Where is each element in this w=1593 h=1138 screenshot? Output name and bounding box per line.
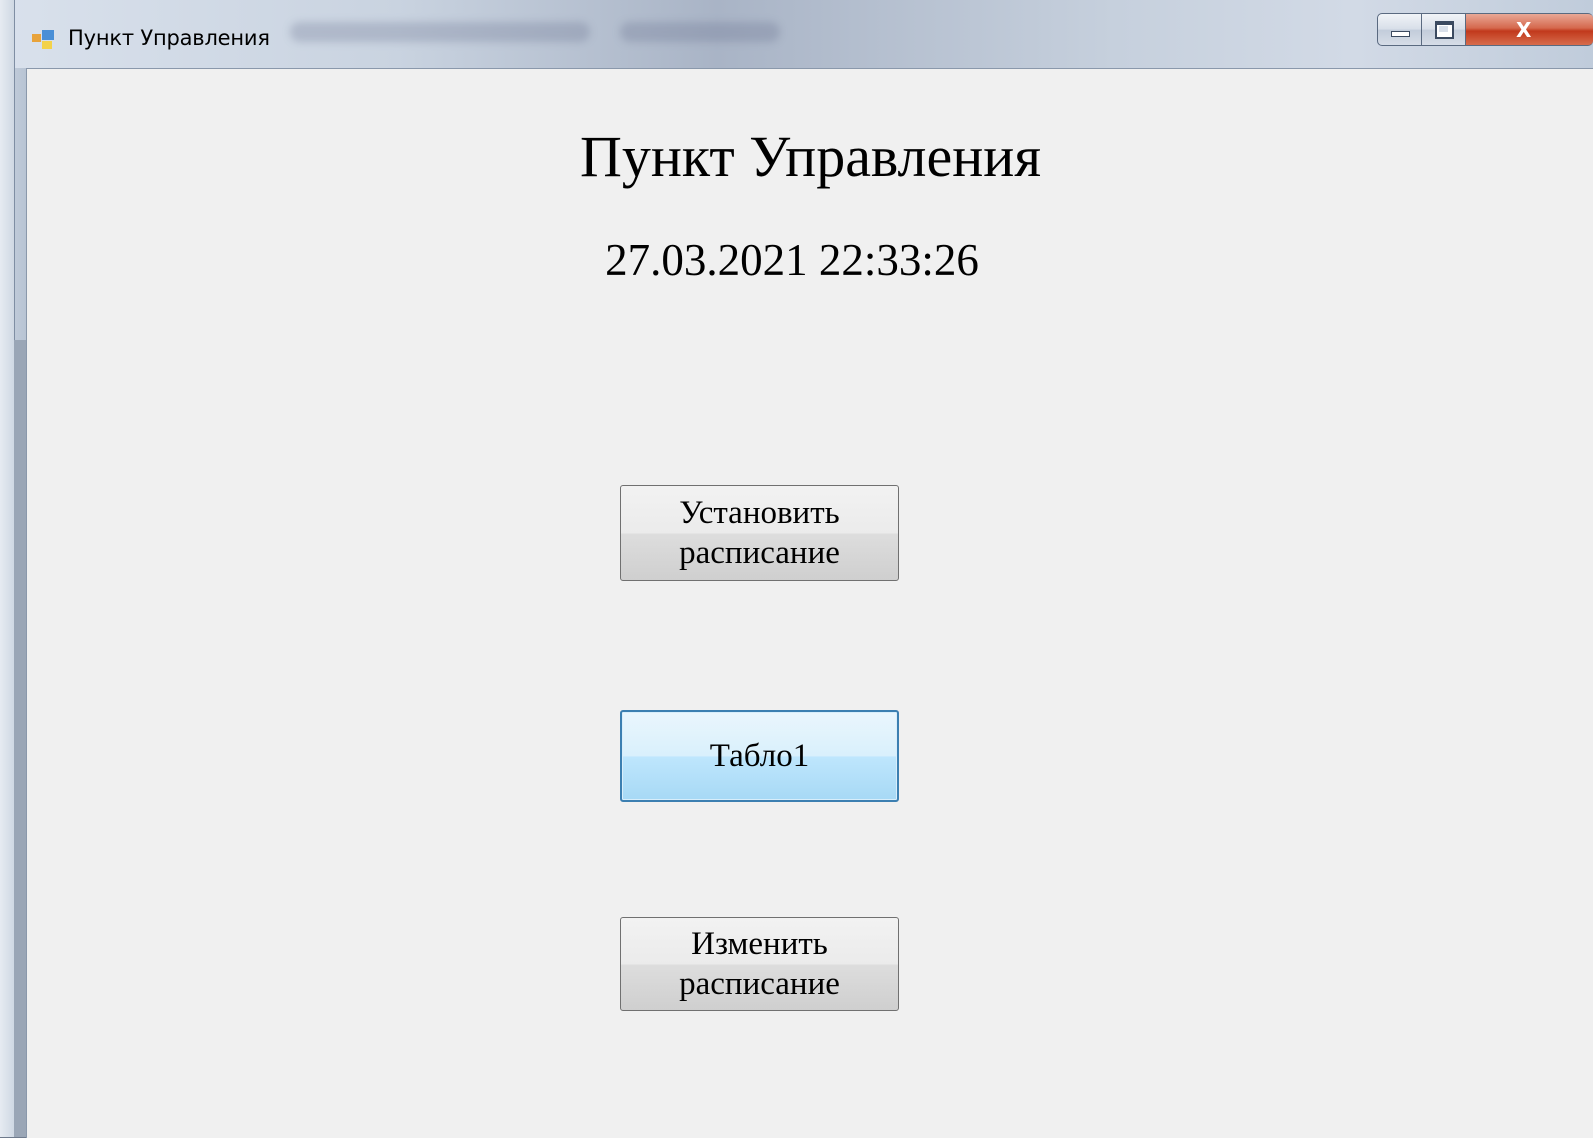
window-edge-strip (14, 340, 26, 1137)
minimize-icon (1391, 31, 1410, 37)
minimize-button[interactable] (1377, 13, 1422, 46)
window-outer-frame (0, 0, 15, 1137)
edit-schedule-button[interactable]: Изменить расписание (620, 917, 899, 1011)
app-icon (32, 30, 54, 50)
client-area: Пункт Управления 27.03.2021 22:33:26 Уст… (26, 68, 1593, 1138)
close-button[interactable]: X (1465, 13, 1593, 46)
window-title: Пункт Управления (68, 26, 270, 50)
datetime-label: 27.03.2021 22:33:26 (605, 235, 979, 285)
close-icon: X (1516, 17, 1532, 42)
tablo1-button[interactable]: Табло1 (620, 710, 899, 802)
maximize-icon (1435, 21, 1454, 39)
app-window: Пункт Управления X Пункт Управления 27.0… (0, 0, 1593, 1138)
title-bar-background-blur (290, 22, 590, 42)
title-bar[interactable]: Пункт Управления X (0, 0, 1593, 68)
title-bar-background-blur (620, 22, 780, 42)
set-schedule-button[interactable]: Установить расписание (620, 485, 899, 581)
page-title: Пункт Управления (580, 124, 1041, 189)
maximize-button[interactable] (1421, 13, 1466, 46)
